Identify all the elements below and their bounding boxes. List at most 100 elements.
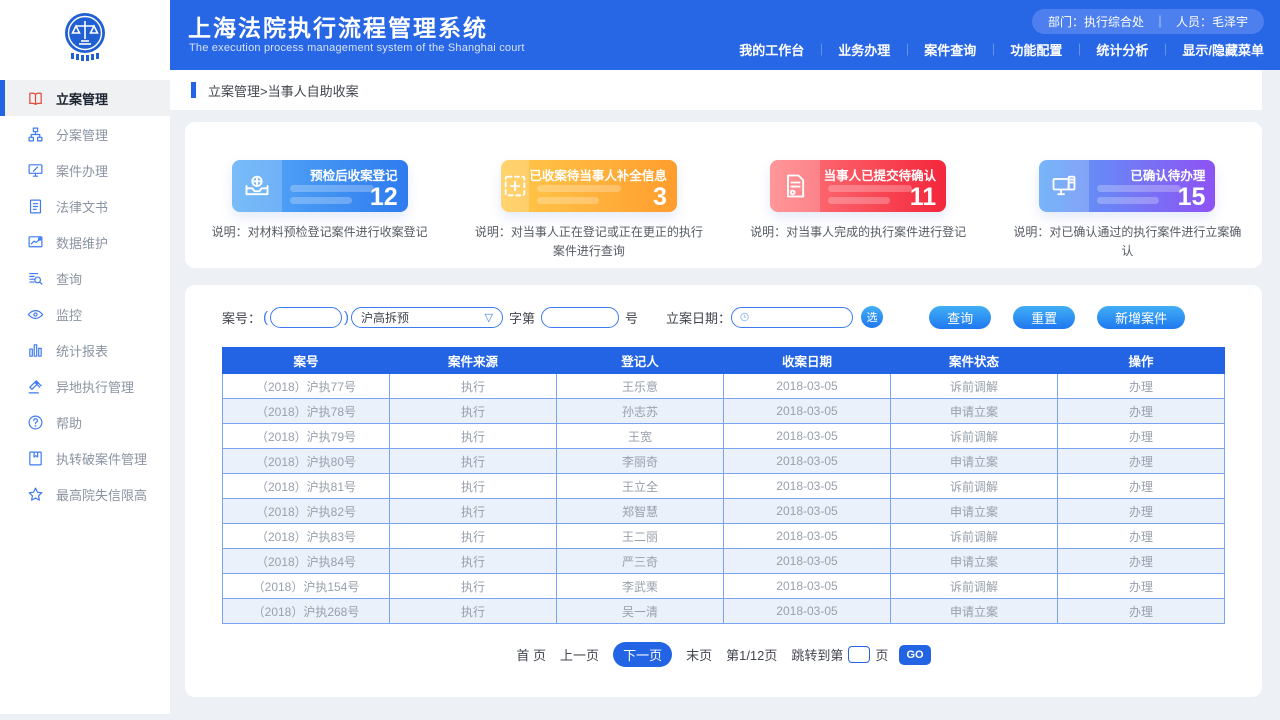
cell-status: 诉前调解: [891, 424, 1058, 449]
court-emblem-logo: [0, 0, 170, 70]
question-icon: [26, 413, 44, 431]
cell-action[interactable]: 办理: [1058, 449, 1225, 474]
cell-registrar: 孙志苏: [557, 399, 724, 424]
cell-action[interactable]: 办理: [1058, 599, 1225, 624]
sidebar-item-立案管理[interactable]: 立案管理: [0, 80, 170, 116]
go-button[interactable]: GO: [899, 645, 930, 665]
cell-source: 执行: [390, 599, 557, 624]
cell-registrar: 王立全: [557, 474, 724, 499]
table-header-row: 案号案件来源登记人收案日期案件状态操作: [223, 348, 1225, 374]
cell-registrar: 王乐意: [557, 374, 724, 399]
cell-action[interactable]: 办理: [1058, 424, 1225, 449]
filter-button-新增案件[interactable]: 新增案件: [1097, 306, 1185, 329]
sidebar-item-查询[interactable]: 查询: [0, 260, 170, 296]
stat-card-body: 已确认待办理15: [1089, 160, 1215, 212]
sidebar-item-最高院失信限高[interactable]: 最高院失信限高: [0, 476, 170, 512]
filing-date-field[interactable]: [731, 307, 853, 328]
date-pick-button[interactable]: 选: [861, 306, 883, 328]
person-label: 人员：毛泽宇: [1176, 13, 1248, 30]
filter-button-查询[interactable]: 查询: [929, 306, 991, 329]
cell-source: 执行: [390, 449, 557, 474]
stat-card[interactable]: 已确认待办理15: [1039, 160, 1215, 212]
sidebar-item-法律文书[interactable]: 法律文书: [0, 188, 170, 224]
jump-suffix-label: 页: [875, 645, 888, 664]
case-year-input[interactable]: [270, 307, 342, 328]
cell-date: 2018-03-05: [724, 524, 891, 549]
sidebar-item-分案管理[interactable]: 分案管理: [0, 116, 170, 152]
stat-block: 已收案待当事人补全信息3说明：对当事人正在登记或正在更正的执行案件进行查询: [454, 122, 723, 268]
stat-title: 已收案待当事人补全信息: [529, 165, 667, 184]
cell-action[interactable]: 办理: [1058, 574, 1225, 599]
eye-icon: [26, 305, 44, 323]
pagination: 首 页 上一页 下一页 末页 第1/12页 跳转到第 页 GO: [185, 642, 1262, 667]
table-body: （2018）沪执77号执行王乐意2018-03-05诉前调解办理（2018）沪执…: [223, 374, 1225, 624]
page-first-link[interactable]: 首 页: [516, 645, 546, 664]
sidebar-item-案件办理[interactable]: 案件办理: [0, 152, 170, 188]
cell-status: 申请立案: [891, 399, 1058, 424]
cell-action[interactable]: 办理: [1058, 474, 1225, 499]
cell-registrar: 严三奇: [557, 549, 724, 574]
cell-date: 2018-03-05: [724, 499, 891, 524]
case-number-input[interactable]: [541, 307, 619, 328]
page-last-link[interactable]: 末页: [686, 645, 712, 664]
filter-buttons: 查询重置新增案件: [929, 306, 1185, 329]
sidebar-item-执转破案件管理[interactable]: 执转破案件管理: [0, 440, 170, 476]
department-label: 部门：执行综合处: [1048, 13, 1144, 30]
monitor-icon: [26, 161, 44, 179]
table-row: （2018）沪执82号执行郑智慧2018-03-05申请立案办理: [223, 499, 1225, 524]
paren-close: ): [344, 309, 349, 326]
stat-card-body: 预检后收案登记12: [282, 160, 408, 212]
page-info: 第1/12页: [726, 645, 777, 664]
filing-date-input[interactable]: [754, 310, 844, 324]
cell-case_no: （2018）沪执84号: [223, 549, 390, 574]
cell-status: 诉前调解: [891, 374, 1058, 399]
nav-item-我的工作台[interactable]: 我的工作台: [739, 40, 804, 59]
stat-card[interactable]: 已收案待当事人补全信息3: [501, 160, 677, 212]
cell-action[interactable]: 办理: [1058, 499, 1225, 524]
cell-case_no: （2018）沪执83号: [223, 524, 390, 549]
column-header-操作: 操作: [1058, 348, 1225, 374]
table-row: （2018）沪执78号执行孙志苏2018-03-05申请立案办理: [223, 399, 1225, 424]
nav-item-案件查询[interactable]: 案件查询: [924, 40, 976, 59]
decor-bar: [537, 185, 621, 192]
page-next-button[interactable]: 下一页: [613, 642, 672, 667]
bar-chart-icon: [26, 341, 44, 359]
case-type-select[interactable]: 沪高拆预 ▽: [351, 307, 503, 328]
stat-card[interactable]: 预检后收案登记12: [232, 160, 408, 212]
app-header: 上海法院执行流程管理系统 The execution process manag…: [170, 0, 1280, 70]
decor-bar: [828, 197, 890, 204]
page-prev-link[interactable]: 上一页: [560, 645, 599, 664]
sidebar-item-label: 帮助: [56, 413, 82, 432]
cell-date: 2018-03-05: [724, 599, 891, 624]
table-row: （2018）沪执81号执行王立全2018-03-05诉前调解办理: [223, 474, 1225, 499]
nav-item-功能配置[interactable]: 功能配置: [1010, 40, 1062, 59]
cell-date: 2018-03-05: [724, 424, 891, 449]
cell-registrar: 王宽: [557, 424, 724, 449]
sidebar-item-数据维护[interactable]: 数据维护: [0, 224, 170, 260]
stat-card-body: 当事人已提交待确认11: [820, 160, 946, 212]
stat-card[interactable]: 当事人已提交待确认11: [770, 160, 946, 212]
jump-page-input[interactable]: [848, 646, 870, 663]
stat-block: 当事人已提交待确认11 说明：对当事人完成的执行案件进行登记: [724, 122, 993, 268]
nav-separator: ｜: [1159, 41, 1171, 58]
sidebar-item-帮助[interactable]: 帮助: [0, 404, 170, 440]
table-row: （2018）沪执154号执行李武栗2018-03-05诉前调解办理: [223, 574, 1225, 599]
nav-item-显示/隐藏菜单[interactable]: 显示/隐藏菜单: [1182, 40, 1264, 59]
nav-item-统计分析[interactable]: 统计分析: [1096, 40, 1148, 59]
cell-action[interactable]: 办理: [1058, 524, 1225, 549]
cell-action[interactable]: 办理: [1058, 549, 1225, 574]
filter-row: 案号： ( ) 沪高拆预 ▽ 字第 号 立案日期： 选 查询重置新增案件: [222, 305, 1225, 329]
stat-note: 说明：对当事人完成的执行案件进行登记: [743, 223, 973, 242]
cell-status: 诉前调解: [891, 474, 1058, 499]
sidebar-item-监控[interactable]: 监控: [0, 296, 170, 332]
nav-item-业务办理[interactable]: 业务办理: [838, 40, 890, 59]
stat-title: 已确认待办理: [1089, 165, 1205, 184]
cell-action[interactable]: 办理: [1058, 399, 1225, 424]
sidebar-item-异地执行管理[interactable]: 异地执行管理: [0, 368, 170, 404]
table-row: （2018）沪执77号执行王乐意2018-03-05诉前调解办理: [223, 374, 1225, 399]
filter-button-重置[interactable]: 重置: [1013, 306, 1075, 329]
sidebar-item-统计报表[interactable]: 统计报表: [0, 332, 170, 368]
cell-action[interactable]: 办理: [1058, 374, 1225, 399]
plus-dashed-icon: [501, 160, 529, 212]
cell-source: 执行: [390, 474, 557, 499]
